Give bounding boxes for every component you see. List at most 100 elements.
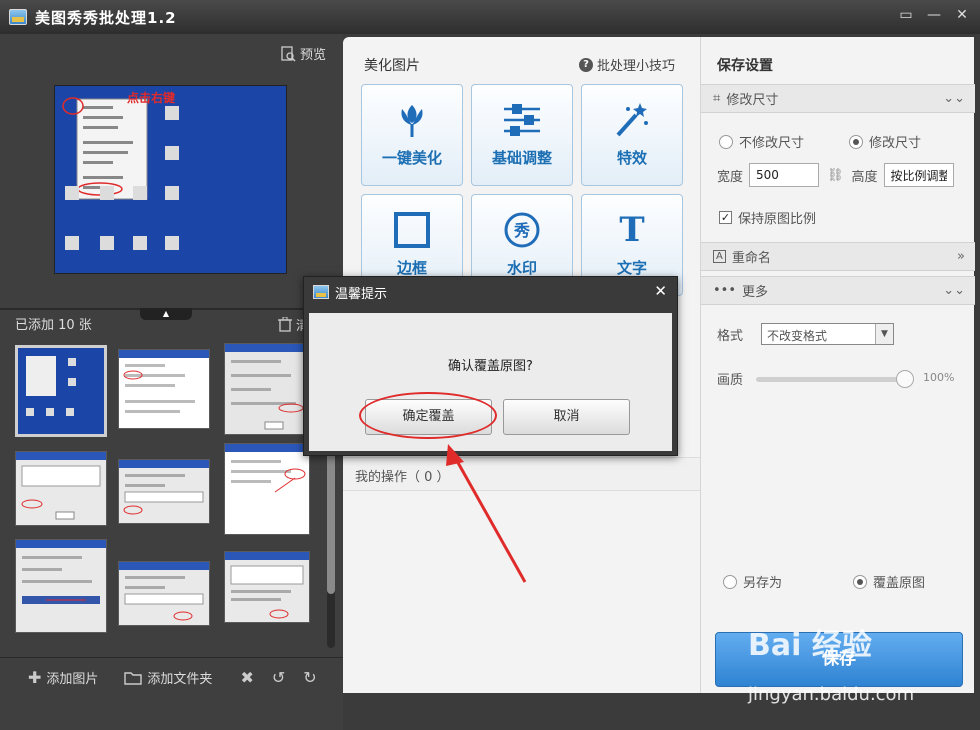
quality-value-row: 100% [923, 371, 954, 384]
tile-label: 文字 [616, 259, 647, 277]
dropdown-arrow-icon: ▼ [875, 324, 894, 344]
tulip-icon [401, 105, 423, 137]
folder-icon [124, 671, 143, 685]
more-section-header[interactable]: ••• 更多 ⌄⌄ [701, 276, 975, 305]
sliders-icon [504, 104, 540, 136]
resize-radio[interactable] [849, 134, 863, 149]
no-resize-option[interactable]: 不修改尺寸 [719, 132, 804, 151]
format-select[interactable]: 不改变格式 ▼ [761, 323, 895, 345]
chevron-down-icon: ⌄⌄ [943, 91, 965, 106]
rename-section-header[interactable]: A 重命名 » [701, 242, 975, 271]
resize-section-header[interactable]: ⌗ 修改尺寸 ⌄⌄ [701, 84, 975, 113]
thumbnail-item[interactable] [15, 451, 107, 526]
save-settings-panel: 保存设置 ⌗ 修改尺寸 ⌄⌄ 不修改尺寸 修改尺寸 宽度 ⛓ 高度 ✓ 保持原图… [700, 37, 975, 693]
preview-label: 预览 [299, 48, 326, 63]
format-label: 格式 [717, 328, 744, 344]
title-bar: 美图秀秀批处理1.2 ▭ — ✕ [0, 0, 980, 34]
add-folder-button[interactable]: 添加文件夹 [124, 668, 212, 687]
chevron-right-icon: » [957, 249, 965, 264]
thumbnail-item[interactable] [15, 345, 107, 437]
resize-label: 修改尺寸 [869, 136, 922, 151]
watermark-icon: 秀 [504, 212, 540, 248]
app-icon [9, 9, 27, 25]
preview-annotation-text: 点击右键 [127, 90, 175, 105]
keep-ratio-label: 保持原图比例 [738, 212, 817, 227]
tips-label: 批处理小技巧 [596, 59, 675, 74]
thumbnail-item[interactable] [224, 443, 310, 535]
collapse-toggle-button[interactable]: ▲ [140, 308, 192, 320]
no-resize-label: 不修改尺寸 [739, 136, 805, 151]
dialog-title: 温馨提示 [335, 286, 388, 302]
minimize-button[interactable]: — [922, 5, 946, 25]
overwrite-label: 覆盖原图 [873, 576, 926, 591]
dialog-title-bar: 温馨提示 [304, 277, 677, 307]
resize-option[interactable]: 修改尺寸 [849, 132, 921, 151]
crop-icon: ⌗ [713, 91, 721, 106]
no-resize-radio[interactable] [719, 134, 733, 149]
tile-label: 一键美化 [381, 149, 442, 167]
effects-tile[interactable]: 特效 [581, 84, 683, 186]
thumbnail-item[interactable] [224, 343, 310, 435]
left-toolbar: ✚ 添加图片 添加文件夹 ✖ ↺ ↻ [0, 657, 343, 697]
dialog-close-icon[interactable]: ✕ [654, 282, 667, 300]
overwrite-radio[interactable] [853, 574, 867, 589]
width-input[interactable] [749, 163, 820, 187]
add-image-button[interactable]: ✚ 添加图片 [28, 668, 98, 687]
quality-label-row: 画质 [717, 369, 743, 388]
tile-label: 基础调整 [491, 149, 552, 167]
keep-ratio-checkbox[interactable]: ✓ [719, 211, 732, 224]
save-settings-title: 保存设置 [717, 58, 773, 74]
cancel-button[interactable]: 取消 [503, 399, 630, 435]
tile-label: 特效 [616, 149, 647, 167]
beautify-title: 美化图片 [364, 58, 420, 74]
thumbnail-item[interactable] [15, 539, 107, 633]
tile-label: 水印 [506, 259, 537, 277]
confirm-dialog: 温馨提示 ✕ 确认覆盖原图? 确定覆盖 取消 [303, 276, 678, 456]
thumbnail-item[interactable] [118, 349, 210, 429]
frame-icon [394, 212, 430, 248]
tips-link[interactable]: ? 批处理小技巧 [578, 55, 675, 74]
overwrite-option[interactable]: 覆盖原图 [853, 572, 925, 591]
plus-icon: ✚ [28, 668, 42, 687]
close-button[interactable]: ✕ [950, 5, 974, 25]
height-input[interactable] [883, 163, 954, 187]
app-icon [313, 285, 329, 299]
scrollbar-thumb[interactable] [327, 449, 335, 594]
tile-label: 边框 [396, 259, 427, 277]
delete-icon[interactable]: ✖ [240, 668, 253, 687]
save-as-option[interactable]: 另存为 [723, 572, 782, 591]
more-icon: ••• [713, 283, 737, 298]
chevron-down-icon: ⌄⌄ [943, 283, 965, 298]
format-value: 不改变格式 [767, 329, 828, 343]
feedback-button[interactable]: ▭ [894, 5, 918, 25]
rename-icon: A [713, 250, 726, 263]
annotation-ellipse [359, 392, 497, 439]
keep-ratio-option[interactable]: ✓ 保持原图比例 [719, 208, 816, 227]
save-as-label: 另存为 [743, 576, 783, 591]
more-section-label: 更多 [742, 285, 769, 300]
added-count-label: 已添加 10 张 [15, 318, 92, 333]
svg-text:秀: 秀 [513, 221, 530, 240]
preview-button[interactable]: 预览 [280, 44, 326, 63]
link-icon[interactable]: ⛓ [827, 168, 844, 183]
window-title: 美图秀秀批处理1.2 [35, 8, 177, 27]
quality-slider[interactable] [756, 377, 906, 382]
rotate-right-icon[interactable]: ↻ [303, 668, 316, 687]
thumbnail-grid [0, 339, 322, 651]
rename-section-label: 重命名 [731, 251, 771, 266]
rotate-left-icon[interactable]: ↺ [272, 668, 285, 687]
quality-slider-handle[interactable] [896, 370, 914, 388]
basic-adjust-tile[interactable]: 基础调整 [471, 84, 573, 186]
save-as-radio[interactable] [723, 574, 737, 589]
resize-section-label: 修改尺寸 [726, 93, 779, 108]
baidu-watermark-url: jingyan.baidu.com [748, 684, 915, 705]
thumbnail-item[interactable] [224, 551, 310, 623]
trash-icon [278, 317, 292, 332]
quality-value: 100% [923, 371, 955, 384]
one-click-beautify-tile[interactable]: 一键美化 [361, 84, 463, 186]
preview-image: 点击右键 [54, 85, 287, 274]
thumbnail-item[interactable] [118, 561, 210, 626]
add-image-label: 添加图片 [46, 672, 99, 687]
format-row: 格式 不改变格式 ▼ [717, 323, 895, 345]
thumbnail-item[interactable] [118, 459, 210, 524]
